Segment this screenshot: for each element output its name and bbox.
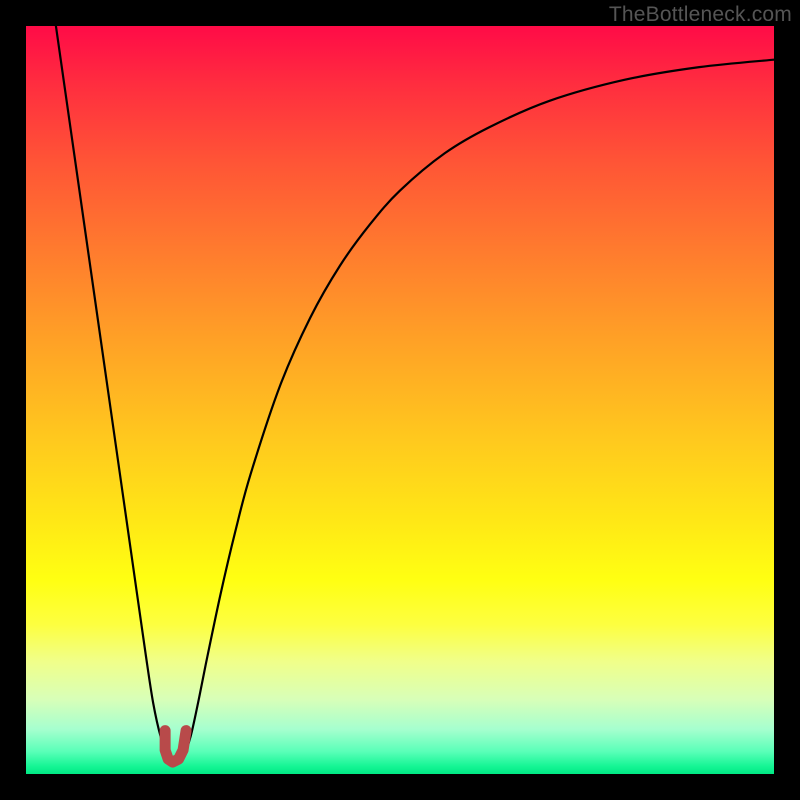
minimum-marker — [165, 731, 186, 762]
watermark-text: TheBottleneck.com — [609, 3, 792, 27]
chart-frame — [26, 26, 774, 774]
chart-svg — [26, 26, 774, 774]
bottleneck-curve — [56, 26, 774, 763]
